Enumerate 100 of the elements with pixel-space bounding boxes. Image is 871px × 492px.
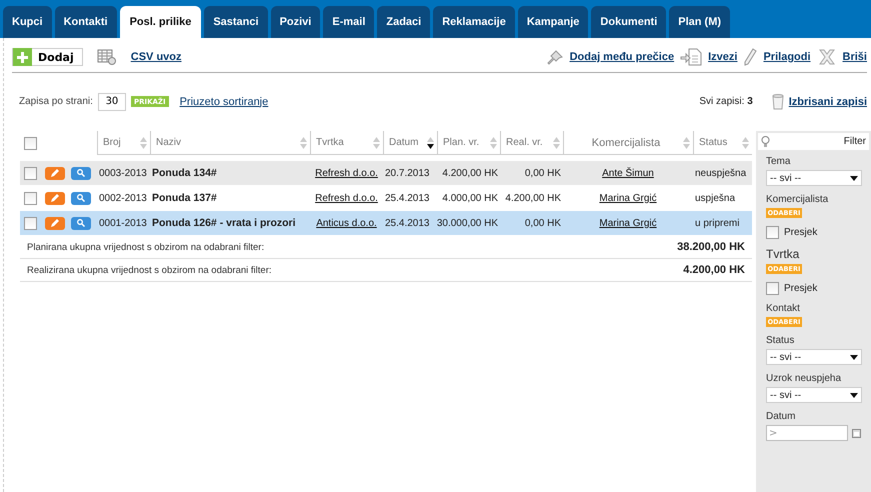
dropdown-caret-icon	[850, 176, 858, 180]
toolbar-link[interactable]: Dodaj među prečice	[570, 51, 674, 63]
csv-import-link[interactable]: CSV uvoz	[130, 51, 182, 63]
filter-dropdown[interactable]: -- svi --	[766, 387, 862, 403]
per-page-label: Zapisa po strani:	[19, 96, 93, 107]
column-header[interactable]: Komercijalista	[563, 131, 693, 155]
sort-icon[interactable]	[300, 136, 307, 148]
deleted-records-link[interactable]: Izbrisani zapisi	[788, 96, 867, 108]
pencil-icon	[743, 48, 758, 66]
tab[interactable]: Kupci	[3, 6, 52, 38]
filter-label: Kontakt	[766, 303, 800, 314]
tab[interactable]: Kampanje	[518, 6, 588, 38]
pencil-icon	[51, 169, 59, 177]
tab[interactable]: Posl. prilike	[120, 6, 202, 38]
sort-icon[interactable]	[553, 136, 560, 148]
table-cell-text: 0003-2013	[98, 166, 148, 180]
search-icon	[77, 169, 85, 177]
filter-checkbox[interactable]	[766, 282, 779, 295]
sort-descending-icon[interactable]	[427, 136, 434, 148]
edit-button[interactable]	[45, 166, 65, 180]
date-field[interactable]: >	[766, 425, 848, 441]
filter-checkbox[interactable]	[766, 226, 779, 239]
column-header[interactable]: Naziv	[150, 131, 310, 155]
add-button[interactable]: Dodaj	[12, 48, 83, 66]
edit-button[interactable]	[45, 216, 65, 230]
search-button[interactable]	[71, 216, 91, 230]
export-document-icon	[680, 48, 702, 66]
lightbulb-icon	[761, 136, 770, 148]
salesperson-link[interactable]: Marina Grgić	[599, 218, 657, 228]
tab[interactable]: Pozivi	[270, 6, 320, 38]
pencil-icon	[51, 194, 59, 202]
tab[interactable]: Reklamacije	[433, 6, 515, 38]
filter-label: Tvrtka	[766, 247, 800, 261]
toolbar-link[interactable]: Prilagodi	[763, 51, 811, 63]
sort-icon[interactable]	[140, 136, 147, 148]
salesperson-link[interactable]: Ante Šimun	[602, 168, 654, 178]
salesperson-link[interactable]: Marina Grgić	[599, 192, 657, 204]
filter-header[interactable]: Filter	[758, 133, 869, 150]
dropdown-caret-icon	[850, 392, 858, 398]
company-link[interactable]: Refresh d.o.o.	[315, 192, 378, 204]
trash-icon	[772, 94, 784, 110]
table-cell-text: 4.200,00 HK	[441, 166, 499, 180]
checkbox-label: Presjek	[784, 227, 818, 238]
row-checkbox[interactable]	[24, 166, 37, 180]
sort-icon[interactable]	[683, 136, 690, 148]
filter-label: Datum	[766, 411, 796, 422]
filter-label: Tema	[766, 156, 790, 167]
filter-label: Uzrok neuspjeha	[766, 373, 842, 384]
row-checkbox[interactable]	[24, 216, 37, 230]
row-checkbox[interactable]	[24, 192, 37, 204]
sort-icon[interactable]	[490, 136, 497, 148]
dropdown-caret-icon	[850, 354, 858, 360]
filter-label: Komercijalista	[766, 194, 828, 205]
total-label: Realizirana ukupna vrijednost s obzirom na odabrani filter:	[27, 264, 272, 276]
tab[interactable]: Dokumenti	[591, 6, 666, 38]
search-icon	[77, 194, 85, 202]
table-cell-text: 25.4.2013	[384, 192, 430, 204]
tab[interactable]: Kontakti	[54, 6, 117, 38]
pencil-icon	[51, 219, 59, 227]
sort-icon[interactable]	[742, 136, 749, 148]
column-header[interactable]: Datum	[383, 131, 437, 155]
filter-label: Status	[766, 335, 794, 346]
table-cell-text: 0,00 HK	[524, 166, 562, 180]
tab[interactable]: Sastanci	[204, 6, 268, 38]
table-cell-text: 30.000,00 HK	[436, 216, 499, 230]
search-button[interactable]	[71, 166, 91, 180]
tab[interactable]: Plan (M)	[669, 6, 730, 38]
table-row[interactable]: 0003-2013 Ponuda 134# Refresh d.o.o. 20.7.2013 4.200,00 HK 0,00 HK Ante Šimun neuspješna	[20, 161, 752, 185]
total-value: 38.200,00 HK	[677, 241, 745, 253]
table-cell-text: neuspješna	[694, 166, 748, 180]
search-button[interactable]	[71, 192, 91, 204]
toolbar-link[interactable]: Izvezi	[708, 51, 738, 63]
table-cell-text: Ponuda 137#	[151, 192, 218, 204]
pin-icon	[546, 49, 564, 65]
tab[interactable]: Zadaci	[377, 6, 430, 38]
tab[interactable]: E-mail	[323, 6, 374, 38]
filter-dropdown[interactable]: -- svi --	[766, 170, 862, 186]
table-cell-text: 0,00 HK	[524, 216, 562, 230]
filter-dropdown[interactable]: -- svi --	[766, 349, 862, 365]
sort-link[interactable]: Priuzeto sortiranje	[180, 96, 268, 108]
edit-button[interactable]	[45, 192, 65, 204]
column-header[interactable]: Plan. vr.	[437, 131, 500, 155]
column-header[interactable]: Broj	[97, 131, 150, 155]
column-header[interactable]: Status	[693, 131, 752, 155]
table-row[interactable]: 0001-2013 Ponuda 126# - vrata i prozori Anticus d.o.o. 25.4.2013 30.000,00 HK 0,00 HK Marina Grgić u pripremi	[20, 211, 752, 235]
column-header[interactable]: Real. vr.	[500, 131, 563, 155]
per-page-field[interactable]: 30	[98, 92, 126, 110]
close-icon	[816, 48, 837, 66]
table-cell-text: 4.200,00 HK	[504, 192, 562, 204]
select-all-checkbox[interactable]	[24, 136, 37, 150]
table-cell-text: Ponuda 126# - vrata i prozori	[151, 216, 297, 230]
calendar-icon[interactable]	[852, 428, 861, 438]
column-header[interactable]: Tvrtka	[310, 131, 383, 155]
record-count: Svi zapisi: 3	[699, 96, 753, 107]
toolbar-link[interactable]: Briši	[842, 51, 867, 63]
table-cell-text: 0001-2013	[98, 216, 148, 230]
company-link[interactable]: Refresh d.o.o.	[315, 168, 378, 178]
sort-icon[interactable]	[373, 136, 380, 148]
table-icon	[96, 49, 117, 65]
company-link[interactable]: Anticus d.o.o.	[316, 218, 377, 228]
